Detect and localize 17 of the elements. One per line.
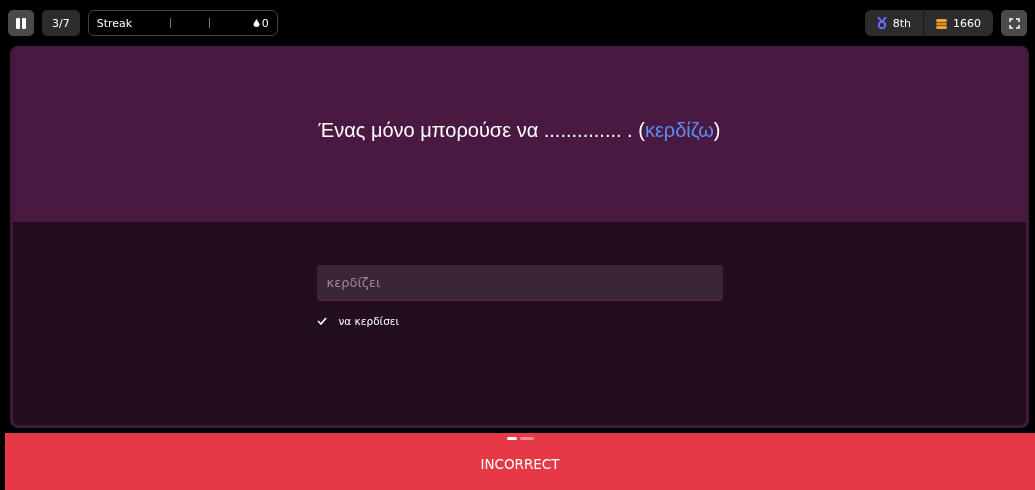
medal-icon [876, 17, 887, 29]
streak-label: Streak [96, 16, 133, 30]
correct-answer: να κερδίσει [338, 315, 399, 327]
fullscreen-button[interactable] [1001, 10, 1027, 36]
pause-icon [16, 17, 26, 29]
checkmark-icon [316, 317, 327, 325]
drop-icon [252, 18, 260, 28]
answer-field[interactable]: κερδίζει [316, 265, 723, 301]
question-text: Ένας μόνο μπορούσε να .............. . (κερδίζω) [318, 118, 721, 142]
streak-count: 0 [261, 16, 269, 30]
pause-button[interactable] [8, 10, 34, 36]
question-counter: 3/7 [42, 10, 80, 36]
result-label: INCORRECT [480, 456, 560, 472]
coins-icon [936, 17, 947, 29]
rank-text: 8th [892, 16, 911, 30]
fullscreen-icon [1008, 17, 1020, 29]
coins-text: 1660 [953, 16, 981, 30]
